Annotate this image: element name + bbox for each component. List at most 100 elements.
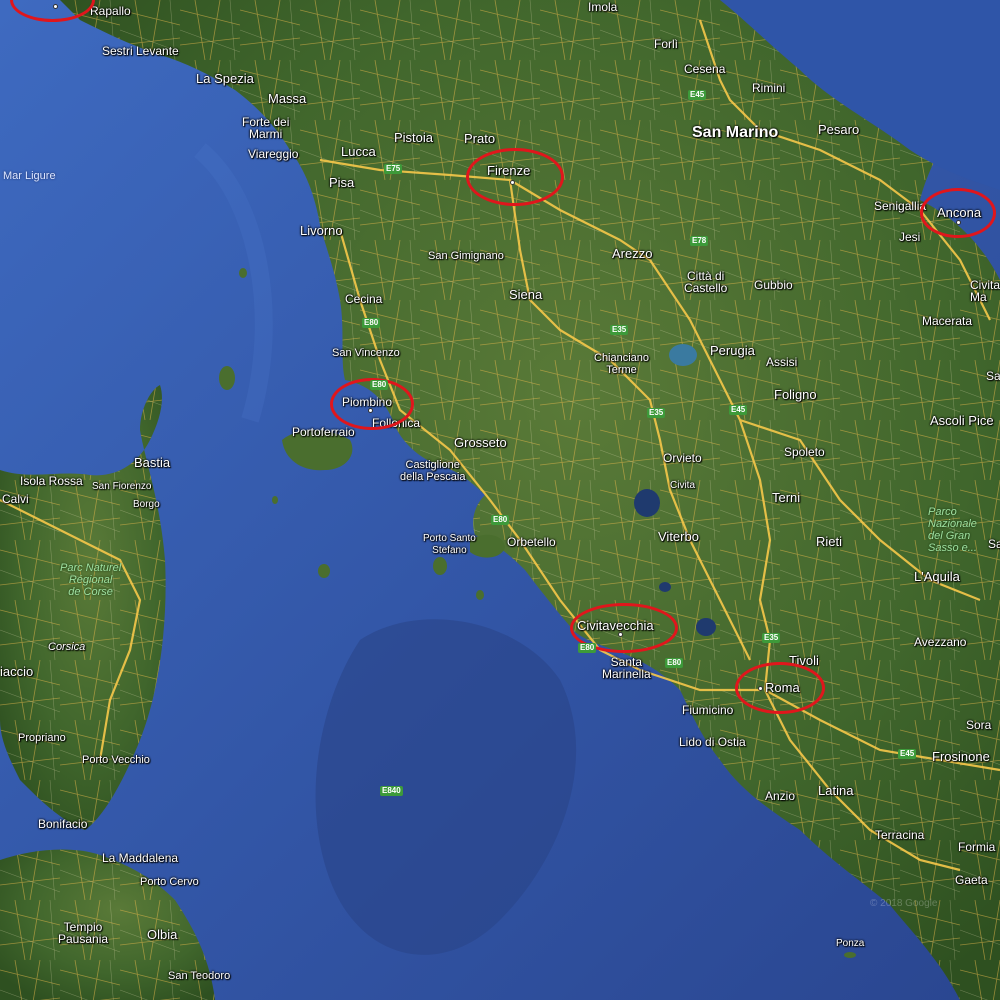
label-massa[interactable]: Massa (268, 92, 306, 105)
label-rimini[interactable]: Rimini (752, 82, 785, 95)
label-latina[interactable]: Latina (818, 784, 853, 797)
road-shield-e45-south: E45 (898, 749, 917, 759)
label-sa-2[interactable]: Sa (988, 538, 1000, 551)
label-terni[interactable]: Terni (772, 491, 800, 504)
label-san-fiorenzo[interactable]: San Fiorenzo (92, 480, 151, 493)
label-borgo[interactable]: Borgo (133, 498, 160, 511)
label-sa-1[interactable]: Sa (986, 370, 1000, 383)
label-propriano[interactable]: Propriano (18, 732, 66, 745)
road-shield-e80-d: E80 (665, 658, 684, 668)
road-shield-e35-b: E35 (647, 408, 666, 418)
label-porto-vecchio[interactable]: Porto Vecchio (82, 754, 150, 767)
label-senigallia[interactable]: Senigallia (874, 200, 926, 213)
label-siena[interactable]: Siena (509, 288, 542, 301)
road-shield-e80-e: E80 (578, 643, 597, 653)
label-prato[interactable]: Prato (464, 132, 495, 145)
label-olbia[interactable]: Olbia (147, 928, 177, 941)
label-frosinone[interactable]: Frosinone (932, 750, 990, 763)
city-dot-ancona (955, 219, 961, 225)
label-viterbo[interactable]: Viterbo (658, 530, 699, 543)
highlight-marker-roma (735, 662, 825, 714)
label-santa-marinella[interactable]: Santa Marinella (602, 656, 651, 680)
label-san-vincenzo[interactable]: San Vincenzo (332, 347, 400, 360)
label-civita[interactable]: Civita (670, 479, 695, 492)
label-orvieto[interactable]: Orvieto (663, 452, 702, 465)
label-san-teodoro[interactable]: San Teodoro (168, 970, 230, 983)
label-perugia[interactable]: Perugia (710, 344, 755, 357)
label-cecina[interactable]: Cecina (345, 293, 382, 306)
label-parco-gran-sasso: Parco Nazionale del Gran Sasso e... (928, 506, 977, 554)
label-lido-di-ostia[interactable]: Lido di Ostia (679, 736, 746, 749)
label-formia[interactable]: Formia (958, 841, 995, 854)
label-sora[interactable]: Sora (966, 719, 991, 732)
label-la-maddalena[interactable]: La Maddalena (102, 852, 178, 865)
label-bastia[interactable]: Bastia (134, 456, 170, 469)
label-sestri-levante[interactable]: Sestri Levante (102, 45, 179, 58)
city-dot-rapallo (52, 3, 58, 9)
label-pistoia[interactable]: Pistoia (394, 131, 433, 144)
label-mar-ligure: Mar Ligure (3, 170, 56, 182)
label-assisi[interactable]: Assisi (766, 356, 797, 369)
map-view[interactable]: Rapallo Imola Forlì Cesena Rimini Sestri… (0, 0, 1000, 1000)
label-forli[interactable]: Forlì (654, 38, 678, 51)
label-laquila[interactable]: L'Aquila (914, 570, 960, 583)
label-gubbio[interactable]: Gubbio (754, 279, 793, 292)
label-tempio-pausania[interactable]: Tempio Pausania (58, 921, 108, 945)
label-lucca[interactable]: Lucca (341, 145, 376, 158)
label-avezzano[interactable]: Avezzano (914, 636, 966, 649)
label-porto-santo-stefano[interactable]: Porto Santo Stefano (423, 533, 476, 557)
road-shield-e35-c: E35 (762, 633, 781, 643)
label-fiumicino[interactable]: Fiumicino (682, 704, 733, 717)
road-shield-e80-a: E80 (362, 318, 381, 328)
label-pesaro[interactable]: Pesaro (818, 123, 859, 136)
label-isola-rossa[interactable]: Isola Rossa (20, 475, 83, 488)
label-ponza[interactable]: Ponza (836, 937, 864, 950)
highlight-marker-ancona (920, 188, 996, 238)
city-dot-civitavecchia (617, 631, 623, 637)
label-jesi[interactable]: Jesi (899, 231, 920, 244)
city-dot-firenze (509, 179, 515, 185)
label-orbetello[interactable]: Orbetello (507, 536, 556, 549)
label-anzio[interactable]: Anzio (765, 790, 795, 803)
label-civitanova[interactable]: Civita Ma (970, 279, 1000, 303)
road-shield-e45-c: E45 (729, 405, 748, 415)
label-ajaccio[interactable]: iaccio (0, 665, 33, 678)
label-pisa[interactable]: Pisa (329, 176, 354, 189)
label-livorno[interactable]: Livorno (300, 224, 343, 237)
label-grosseto[interactable]: Grosseto (454, 436, 507, 449)
label-san-gimignano[interactable]: San Gimignano (428, 250, 504, 263)
label-macerata[interactable]: Macerata (922, 315, 972, 328)
label-citta-di-castello[interactable]: Città di Castello (684, 270, 727, 294)
label-forte-dei-marmi[interactable]: Forte dei Marmi (242, 116, 289, 140)
label-calvi[interactable]: Calvi (2, 493, 29, 506)
label-porto-cervo[interactable]: Porto Cervo (140, 876, 199, 889)
label-rieti[interactable]: Rieti (816, 535, 842, 548)
label-cesena[interactable]: Cesena (684, 63, 725, 76)
label-castiglione[interactable]: Castiglione della Pescaia (400, 459, 465, 483)
label-terracina[interactable]: Terracina (875, 829, 924, 842)
road-shield-e75: E75 (384, 164, 403, 174)
label-arezzo[interactable]: Arezzo (612, 247, 652, 260)
label-corsica[interactable]: Corsica (48, 641, 85, 654)
label-imola[interactable]: Imola (588, 1, 617, 14)
map-watermark: © 2018 Google (870, 898, 938, 909)
city-dot-roma (757, 685, 763, 691)
label-parc-corse: Parc Naturel Régional de Corse (60, 562, 122, 598)
label-chianciano-terme[interactable]: Chianciano Terme (594, 352, 649, 376)
road-shield-e35-a: E35 (610, 325, 629, 335)
road-shield-e840: E840 (380, 786, 403, 796)
label-la-spezia[interactable]: La Spezia (196, 72, 254, 85)
road-shield-e80-c: E80 (491, 515, 510, 525)
highlight-marker-firenze (466, 148, 564, 206)
label-spoleto[interactable]: Spoleto (784, 446, 825, 459)
label-gaeta[interactable]: Gaeta (955, 874, 988, 887)
label-ascoli[interactable]: Ascoli Pice (930, 414, 994, 427)
road-shield-e78: E78 (690, 236, 709, 246)
label-viareggio[interactable]: Viareggio (248, 148, 298, 161)
label-rapallo[interactable]: Rapallo (90, 5, 131, 18)
label-foligno[interactable]: Foligno (774, 388, 817, 401)
label-bonifacio[interactable]: Bonifacio (38, 818, 87, 831)
label-san-marino[interactable]: San Marino (692, 124, 778, 142)
road-shield-e80-b: E80 (370, 380, 389, 390)
label-portoferraio[interactable]: Portoferraio (292, 426, 355, 439)
